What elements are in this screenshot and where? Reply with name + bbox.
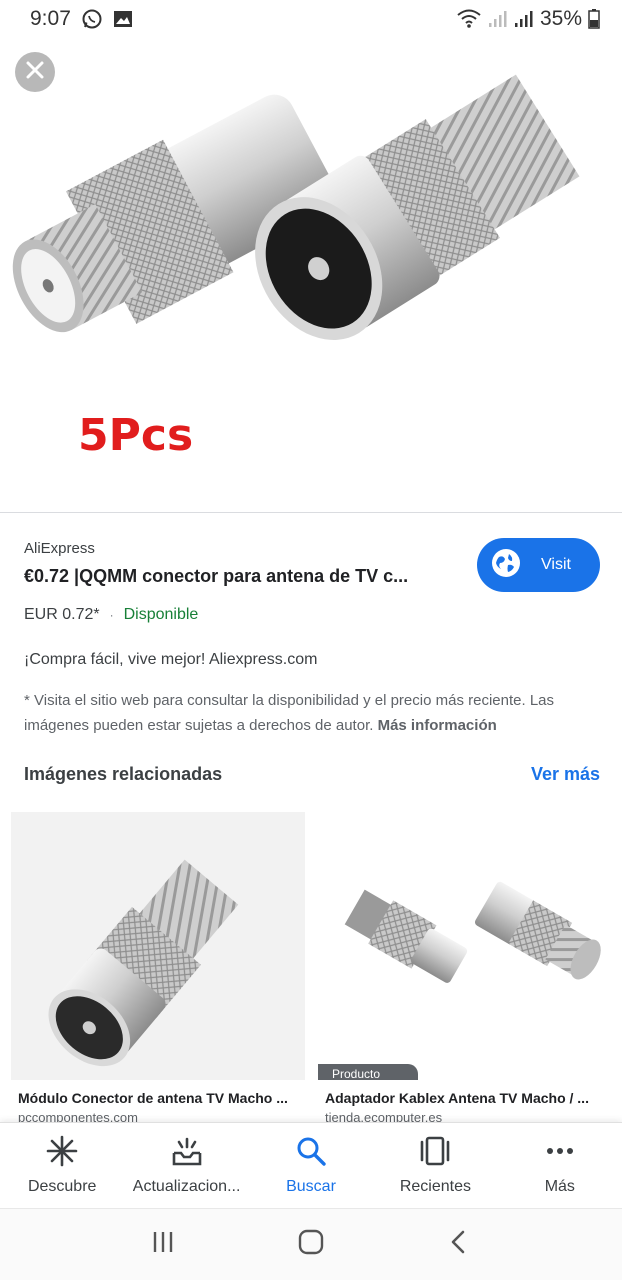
related-image[interactable]: [11, 812, 305, 1080]
bottom-navigation: Descubre Actualizacion... Buscar Recient…: [0, 1122, 622, 1208]
nav-recents[interactable]: Recientes: [373, 1123, 497, 1208]
nav-label: Buscar: [286, 1178, 336, 1195]
close-button[interactable]: [15, 52, 55, 92]
more-icon: [544, 1135, 576, 1172]
battery-percent: 35%: [539, 7, 582, 30]
related-site: tienda.ecomputer.es: [325, 1110, 443, 1122]
source-name: AliExpress: [24, 540, 95, 557]
signal-icon: [514, 10, 534, 28]
connector-thumbnail: [318, 812, 612, 1080]
nav-label: Recientes: [399, 1178, 471, 1195]
slogan: ¡Compra fácil, vive mejor! Aliexpress.co…: [24, 651, 318, 668]
related-card[interactable]: Producto Adaptador Kablex Antena TV Mach…: [318, 812, 614, 1122]
divider: [0, 512, 622, 513]
recents-icon: [419, 1135, 451, 1172]
status-time: 9:07: [30, 7, 71, 30]
home-button[interactable]: [297, 1228, 325, 1261]
result-title[interactable]: €0.72 |QQMM conector para antena de TV c…: [24, 566, 444, 587]
pcs-overlay-text: 5Pcs: [78, 410, 194, 461]
system-navigation: [0, 1208, 622, 1280]
price: EUR 0.72*: [24, 606, 100, 623]
related-title: Adaptador Kablex Antena TV Macho / ...: [325, 1090, 589, 1106]
related-card[interactable]: Módulo Conector de antena TV Macho ... p…: [11, 812, 307, 1122]
search-icon: [295, 1135, 327, 1172]
product-badge: Producto: [318, 1064, 418, 1080]
status-bar: 9:07 35%: [0, 0, 622, 38]
disclaimer: * Visita el sitio web para consultar la …: [24, 688, 604, 738]
signal-icon: [488, 10, 508, 28]
related-title: Módulo Conector de antena TV Macho ...: [18, 1090, 288, 1106]
nav-updates[interactable]: Actualizacion...: [124, 1123, 248, 1208]
nav-label: Más: [544, 1178, 575, 1195]
back-button[interactable]: [446, 1229, 472, 1260]
see-more-link[interactable]: Ver más: [531, 764, 600, 785]
more-info-link[interactable]: Más información: [378, 717, 497, 734]
nav-label: Actualizacion...: [132, 1178, 241, 1195]
product-image[interactable]: 5Pcs: [0, 38, 622, 512]
globe-icon: [491, 548, 521, 583]
nav-label: Descubre: [27, 1178, 97, 1195]
asterisk-icon: [46, 1135, 78, 1172]
availability: Disponible: [123, 606, 199, 623]
visit-button[interactable]: Visit: [477, 538, 600, 592]
nav-search[interactable]: Buscar: [249, 1123, 373, 1208]
related-site: pccomponentes.com: [18, 1110, 138, 1122]
wifi-icon: [456, 9, 482, 29]
related-heading: Imágenes relacionadas: [24, 764, 223, 784]
recent-apps-button[interactable]: [150, 1229, 176, 1260]
whatsapp-icon: [81, 8, 103, 30]
nav-more[interactable]: Más: [498, 1123, 622, 1208]
nav-discover[interactable]: Descubre: [0, 1123, 124, 1208]
related-image[interactable]: Producto: [318, 812, 612, 1080]
visit-label: Visit: [541, 556, 571, 573]
separator: ·: [109, 608, 114, 622]
gallery-icon: [113, 9, 133, 29]
close-icon: [25, 60, 45, 85]
connector-thumbnail: [11, 812, 305, 1080]
battery-icon: [588, 9, 600, 29]
updates-icon: [171, 1135, 203, 1172]
price-row: EUR 0.72* · Disponible: [24, 606, 198, 624]
